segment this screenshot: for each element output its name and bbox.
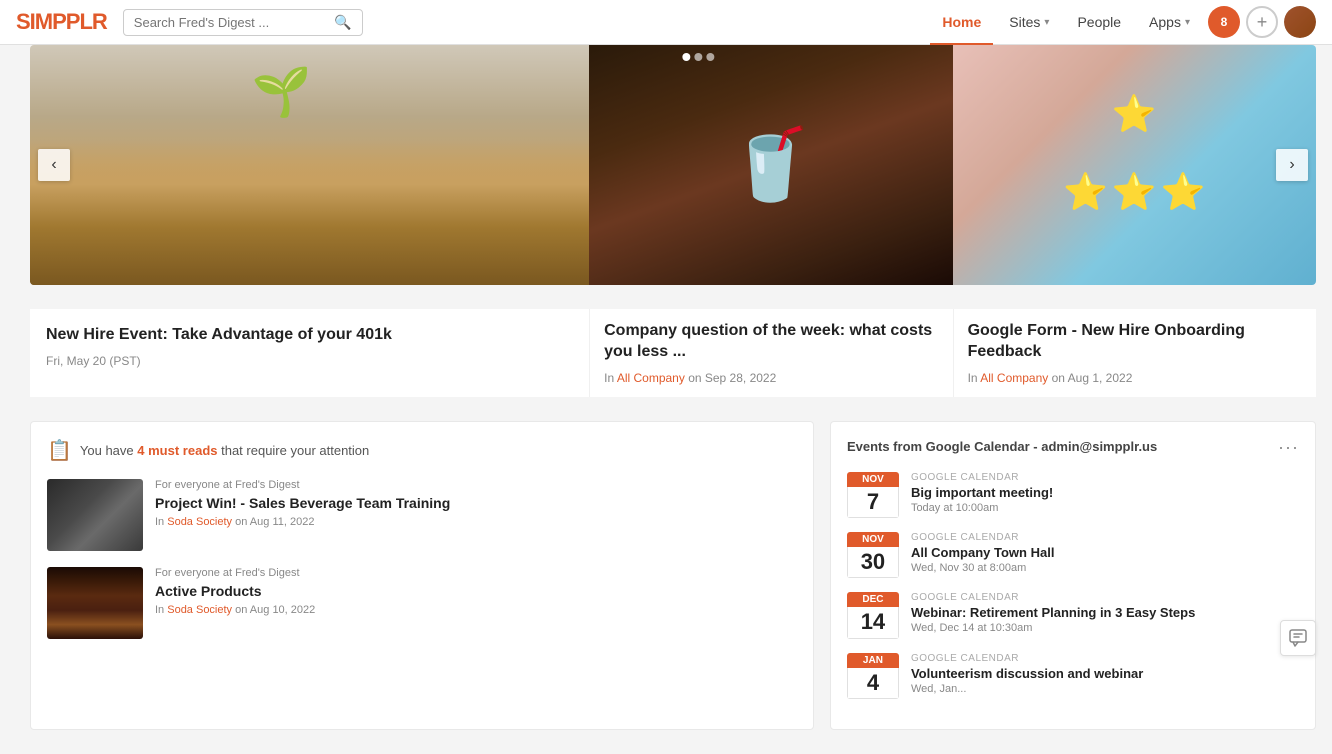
search-input[interactable] bbox=[134, 15, 331, 30]
carousel: 🌱 ‹ 🥤 ⭐ ⭐ ⭐ ⭐ bbox=[30, 45, 1316, 285]
event-item-1: NOV 7 GOOGLE CALENDAR Big important meet… bbox=[847, 472, 1299, 518]
carousel-item-2[interactable]: 🥤 bbox=[589, 45, 952, 285]
must-read-item-1: For everyone at Fred's Digest Project Wi… bbox=[47, 479, 797, 551]
event-content-4: GOOGLE CALENDAR Volunteerism discussion … bbox=[911, 653, 1299, 695]
card-side-3: Google Form - New Hire Onboarding Feedba… bbox=[953, 309, 1316, 397]
event-time-3: Wed, Dec 14 at 10:30am bbox=[911, 622, 1299, 634]
card-main-date: Fri, May 20 (PST) bbox=[46, 354, 573, 368]
event-day-4: 4 bbox=[847, 668, 899, 699]
carousel-dot-1[interactable] bbox=[683, 53, 691, 61]
event-source-2: GOOGLE CALENDAR bbox=[911, 532, 1299, 543]
event-time-1: Today at 10:00am bbox=[911, 502, 1299, 514]
must-read-title-1[interactable]: Project Win! - Sales Beverage Team Train… bbox=[155, 494, 797, 512]
must-read-item-2: For everyone at Fred's Digest Active Pro… bbox=[47, 567, 797, 639]
card-side-3-meta: In All Company on Aug 1, 2022 bbox=[968, 371, 1302, 385]
cards-section: New Hire Event: Take Advantage of your 4… bbox=[30, 309, 1316, 397]
lower-section: 📋 You have 4 must reads that require you… bbox=[30, 421, 1316, 731]
event-month-1: NOV bbox=[847, 472, 899, 487]
event-name-3[interactable]: Webinar: Retirement Planning in 3 Easy S… bbox=[911, 605, 1299, 620]
event-time-4: Wed, Jan... bbox=[911, 683, 1299, 695]
must-read-content-1: For everyone at Fred's Digest Project Wi… bbox=[155, 479, 797, 528]
nav-home[interactable]: Home bbox=[930, 0, 993, 45]
search-bar[interactable]: 🔍 bbox=[123, 9, 363, 36]
nav-people[interactable]: People bbox=[1065, 0, 1133, 45]
event-badge-1: NOV 7 bbox=[847, 472, 899, 518]
carousel-dot-2[interactable] bbox=[695, 53, 703, 61]
event-day-3: 14 bbox=[847, 607, 899, 638]
event-month-3: DEC bbox=[847, 592, 899, 607]
must-read-thumb-2 bbox=[47, 567, 143, 639]
must-read-content-2: For everyone at Fred's Digest Active Pro… bbox=[155, 567, 797, 616]
event-name-4[interactable]: Volunteerism discussion and webinar bbox=[911, 666, 1299, 681]
event-content-3: GOOGLE CALENDAR Webinar: Retirement Plan… bbox=[911, 592, 1299, 634]
event-item-3: DEC 14 GOOGLE CALENDAR Webinar: Retireme… bbox=[847, 592, 1299, 638]
event-badge-2: NOV 30 bbox=[847, 532, 899, 578]
carousel-dot-3[interactable] bbox=[707, 53, 715, 61]
must-read-meta-1: In Soda Society on Aug 11, 2022 bbox=[155, 516, 797, 528]
event-content-1: GOOGLE CALENDAR Big important meeting! T… bbox=[911, 472, 1299, 514]
must-reads-card: 📋 You have 4 must reads that require you… bbox=[30, 421, 814, 731]
event-name-1[interactable]: Big important meeting! bbox=[911, 485, 1299, 500]
card-main: New Hire Event: Take Advantage of your 4… bbox=[30, 309, 589, 397]
nav-apps[interactable]: Apps ▾ bbox=[1137, 0, 1202, 45]
card-side-2-meta: In All Company on Sep 28, 2022 bbox=[604, 371, 938, 385]
event-item-2: NOV 30 GOOGLE CALENDAR All Company Town … bbox=[847, 532, 1299, 578]
nav-sites[interactable]: Sites ▾ bbox=[997, 0, 1061, 45]
avatar[interactable] bbox=[1284, 6, 1316, 38]
card-side-2-title[interactable]: Company question of the week: what costs… bbox=[604, 321, 938, 363]
carousel-prev-button[interactable]: ‹ bbox=[38, 149, 70, 181]
events-card: Events from Google Calendar - admin@simp… bbox=[830, 421, 1316, 731]
card-side-3-title[interactable]: Google Form - New Hire Onboarding Feedba… bbox=[968, 321, 1302, 363]
must-reads-count[interactable]: 4 must reads bbox=[137, 443, 217, 458]
must-read-for-1: For everyone at Fred's Digest bbox=[155, 479, 797, 491]
events-header: Events from Google Calendar - admin@simp… bbox=[847, 438, 1299, 456]
must-reads-header: 📋 You have 4 must reads that require you… bbox=[47, 438, 797, 463]
feedback-icon[interactable] bbox=[1280, 620, 1316, 656]
must-read-thumb-1 bbox=[47, 479, 143, 551]
must-read-community-2[interactable]: Soda Society bbox=[167, 604, 232, 616]
card-side-3-community[interactable]: All Company bbox=[980, 371, 1048, 385]
event-badge-3: DEC 14 bbox=[847, 592, 899, 638]
main-content: 🌱 ‹ 🥤 ⭐ ⭐ ⭐ ⭐ bbox=[14, 45, 1332, 754]
nav-links: Home Sites ▾ People Apps ▾ bbox=[930, 0, 1202, 45]
carousel-next-button[interactable]: › bbox=[1276, 149, 1308, 181]
event-day-1: 7 bbox=[847, 487, 899, 518]
event-content-2: GOOGLE CALENDAR All Company Town Hall We… bbox=[911, 532, 1299, 574]
must-read-community-1[interactable]: Soda Society bbox=[167, 516, 232, 528]
event-source-4: GOOGLE CALENDAR bbox=[911, 653, 1299, 664]
search-icon: 🔍 bbox=[334, 14, 351, 31]
carousel-container: 🌱 ‹ 🥤 ⭐ ⭐ ⭐ ⭐ bbox=[30, 45, 1316, 285]
must-read-meta-2: In Soda Society on Aug 10, 2022 bbox=[155, 604, 797, 616]
navbar: SIMPPLR 🔍 Home Sites ▾ People Apps ▾ 8 + bbox=[0, 0, 1332, 45]
events-title: Events from Google Calendar - admin@simp… bbox=[847, 439, 1157, 454]
must-read-for-2: For everyone at Fred's Digest bbox=[155, 567, 797, 579]
carousel-item-main[interactable]: 🌱 ‹ bbox=[30, 45, 589, 285]
notification-badge[interactable]: 8 bbox=[1208, 6, 1240, 38]
add-button[interactable]: + bbox=[1246, 6, 1278, 38]
event-time-2: Wed, Nov 30 at 8:00am bbox=[911, 562, 1299, 574]
card-side-2-community[interactable]: All Company bbox=[617, 371, 685, 385]
card-main-title[interactable]: New Hire Event: Take Advantage of your 4… bbox=[46, 325, 573, 346]
apps-chevron-icon: ▾ bbox=[1185, 17, 1190, 28]
event-source-1: GOOGLE CALENDAR bbox=[911, 472, 1299, 483]
card-side-2: Company question of the week: what costs… bbox=[589, 309, 952, 397]
must-reads-icon: 📋 bbox=[47, 438, 72, 463]
event-source-3: GOOGLE CALENDAR bbox=[911, 592, 1299, 603]
must-read-title-2[interactable]: Active Products bbox=[155, 582, 797, 600]
logo[interactable]: SIMPPLR bbox=[16, 9, 107, 35]
must-reads-text: You have 4 must reads that require your … bbox=[80, 443, 369, 458]
event-month-2: NOV bbox=[847, 532, 899, 547]
event-day-2: 30 bbox=[847, 547, 899, 578]
event-month-4: JAN bbox=[847, 653, 899, 668]
sites-chevron-icon: ▾ bbox=[1044, 17, 1049, 28]
events-more-button[interactable]: ··· bbox=[1278, 438, 1299, 456]
carousel-item-3[interactable]: ⭐ ⭐ ⭐ ⭐ › bbox=[953, 45, 1316, 285]
event-name-2[interactable]: All Company Town Hall bbox=[911, 545, 1299, 560]
